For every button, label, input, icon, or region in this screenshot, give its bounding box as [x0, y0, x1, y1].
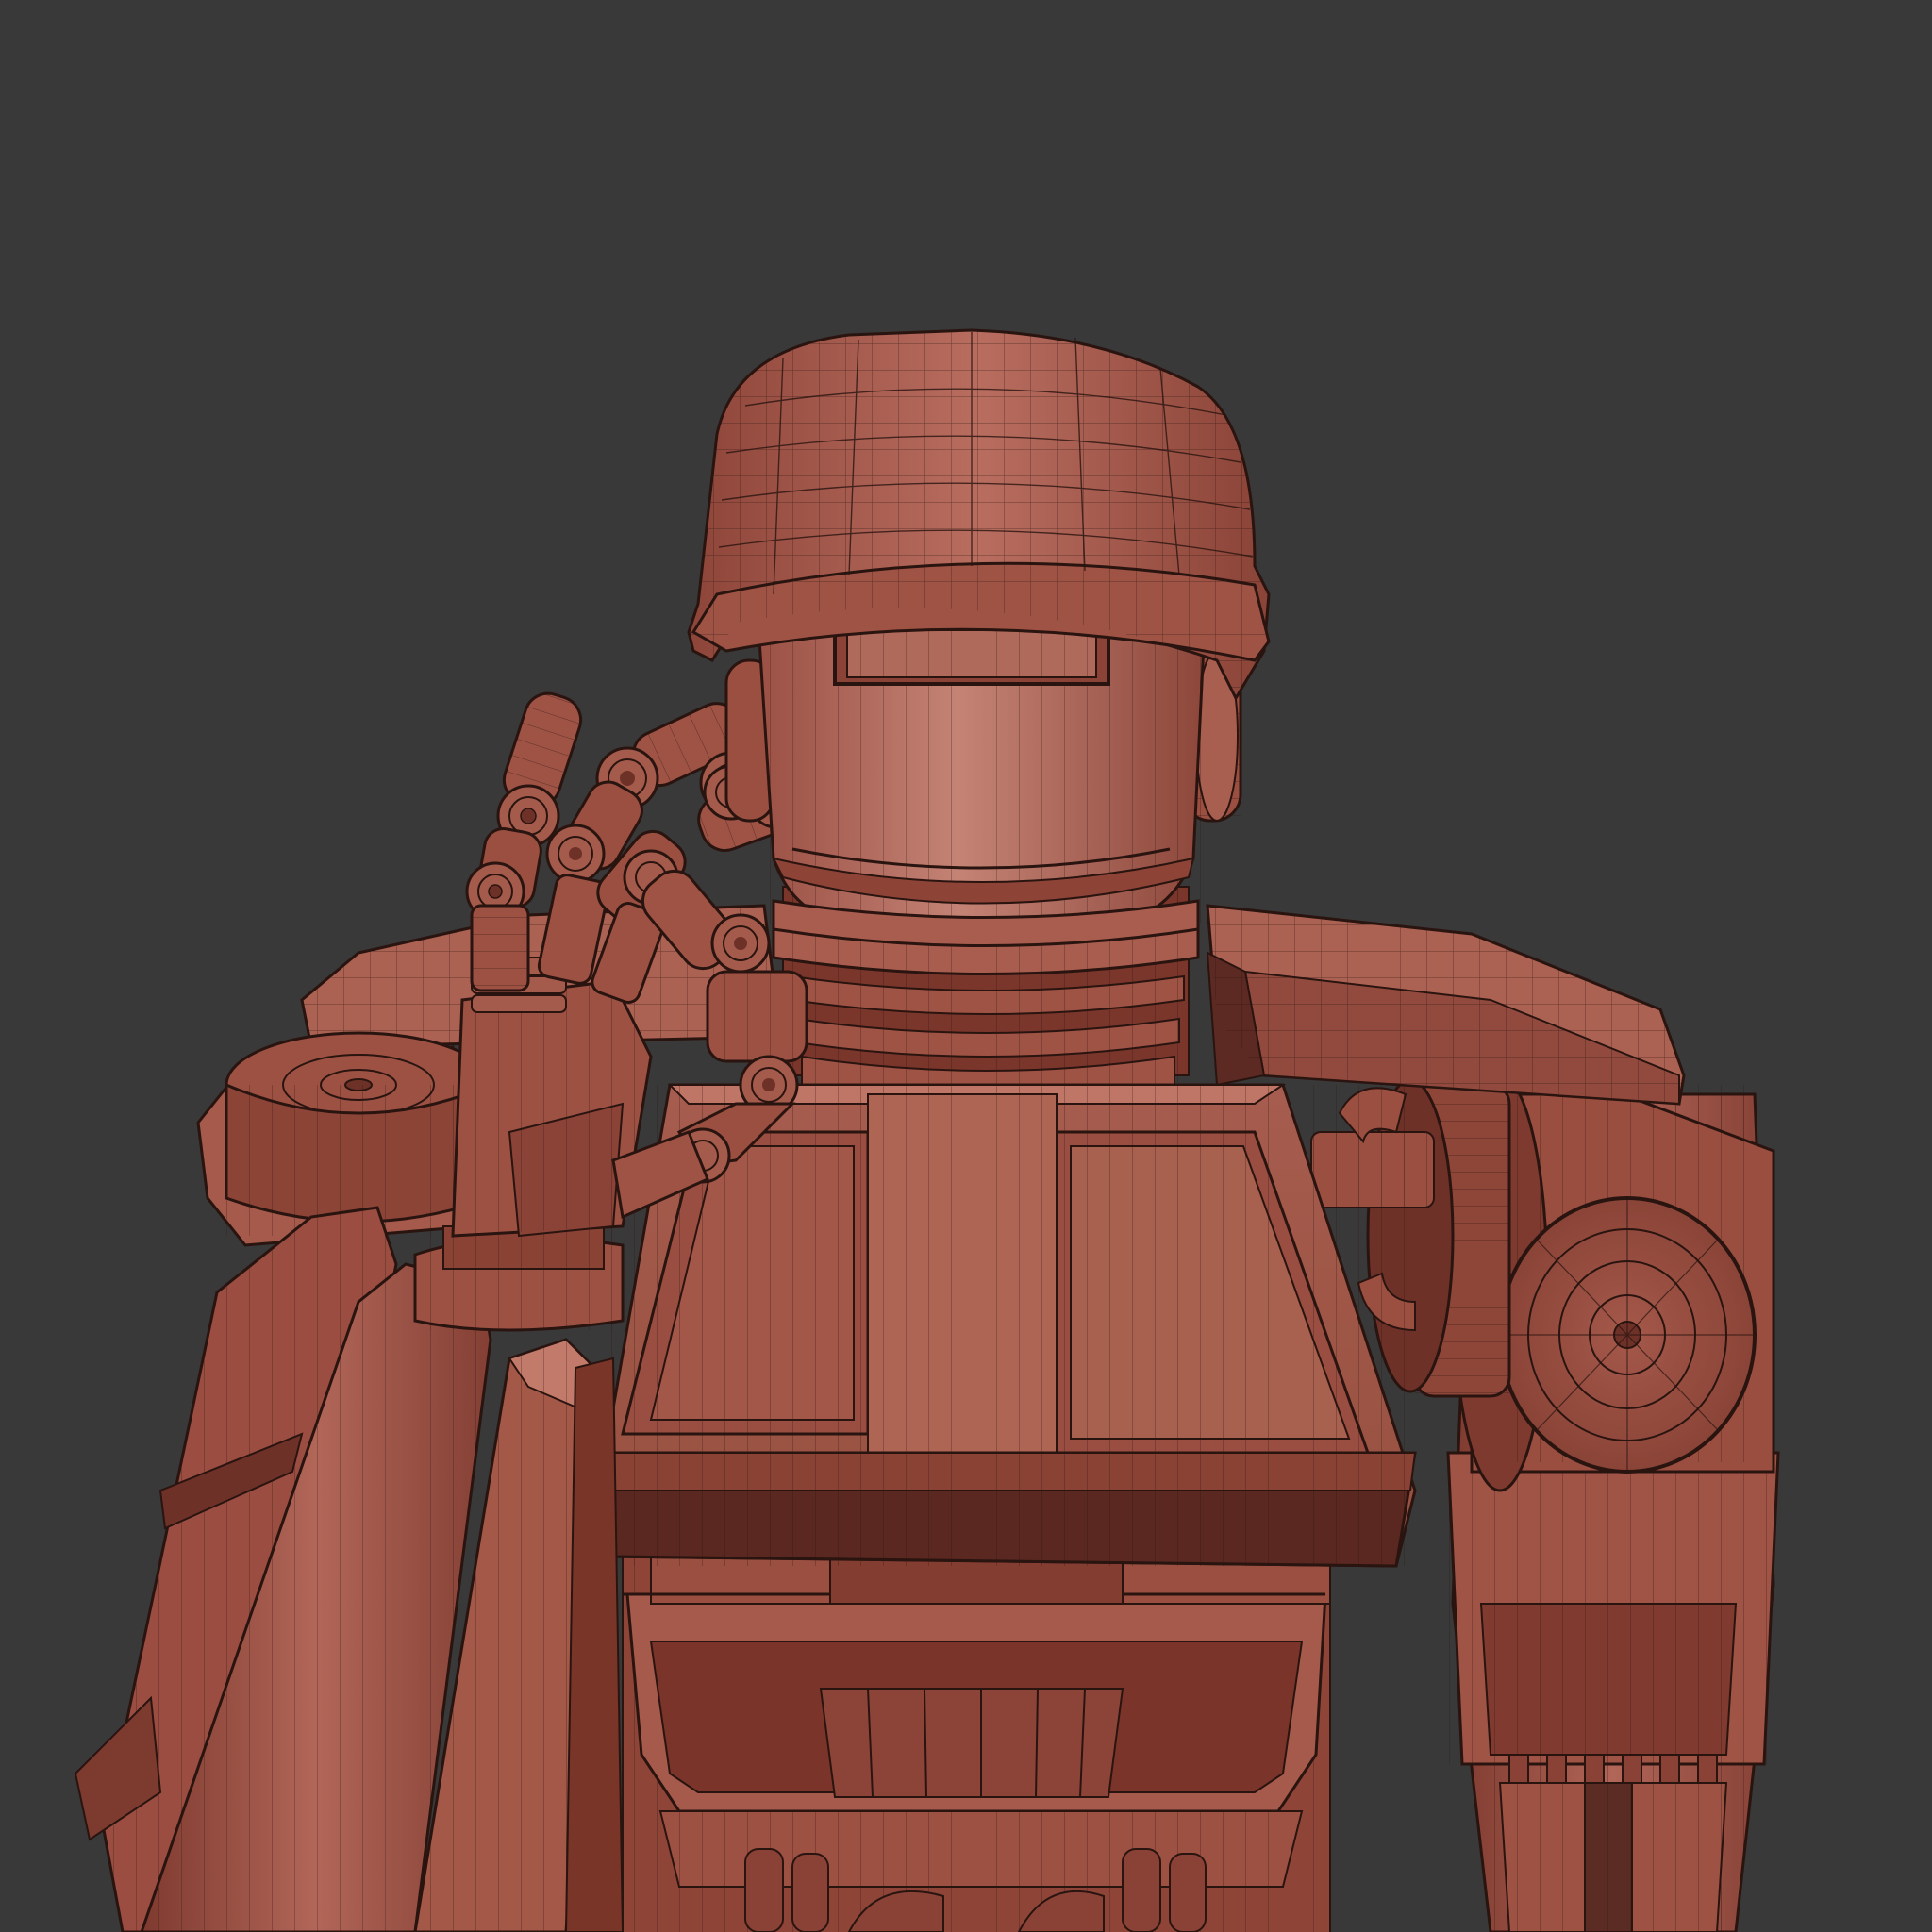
head: [687, 328, 1271, 947]
3d-viewport[interactable]: [0, 0, 1932, 1932]
